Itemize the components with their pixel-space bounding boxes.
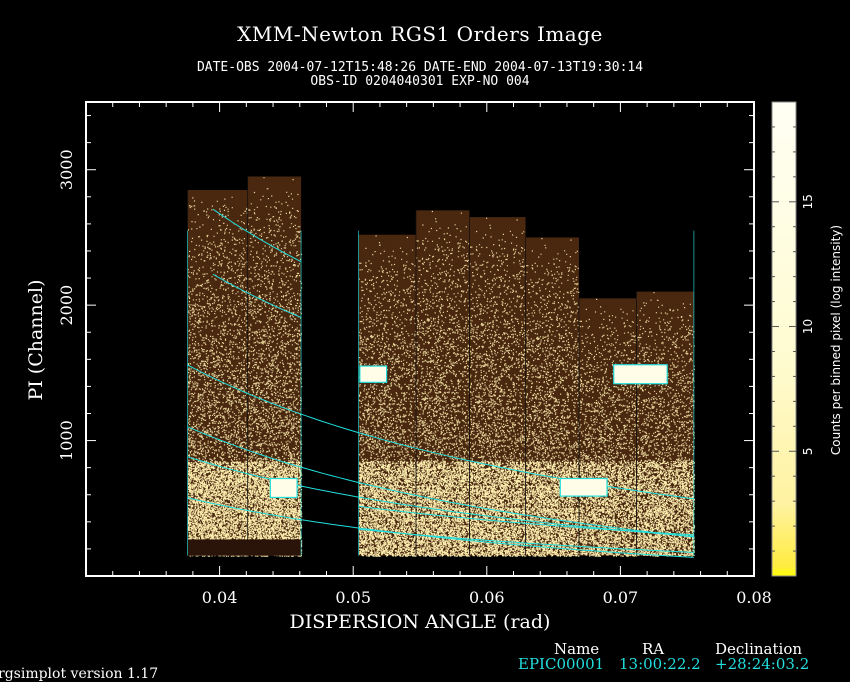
source-ra: 13:00:22.2	[619, 655, 701, 673]
colorbar	[771, 101, 797, 577]
source-box-3	[269, 477, 298, 499]
colorbar-label: Counts per binned pixel (log intensity)	[829, 225, 843, 455]
y-axis-label: PI (Channel)	[25, 279, 47, 400]
source-name: EPIC00001	[518, 655, 605, 673]
colorbar-tick-label: 15	[801, 194, 815, 209]
source-box-2	[613, 364, 668, 385]
x-tick-label: 0.07	[603, 588, 639, 607]
ccd-bottom-band	[187, 539, 302, 556]
x-tick-label: 0.08	[736, 588, 772, 607]
x-tick-label: 0.06	[469, 588, 505, 607]
y-tick-label: 3000	[57, 149, 76, 190]
source-declination: +28:24:03.2	[715, 655, 810, 673]
x-axis-label: DISPERSION ANGLE (rad)	[290, 611, 551, 633]
x-tick-label: 0.04	[202, 588, 238, 607]
y-tick-label: 2000	[57, 285, 76, 326]
source-box-4	[559, 477, 608, 497]
y-tick-label: 1000	[57, 420, 76, 461]
x-tick-label: 0.05	[335, 588, 371, 607]
colorbar-tick-label: 10	[801, 319, 815, 334]
colorbar-tick-label: 5	[801, 447, 815, 455]
orders-image-plot: 0.04 0.05 0.06 0.07 0.08 1000 2000 3000 DISPER…	[25, 101, 843, 633]
source-box-1	[359, 365, 388, 383]
